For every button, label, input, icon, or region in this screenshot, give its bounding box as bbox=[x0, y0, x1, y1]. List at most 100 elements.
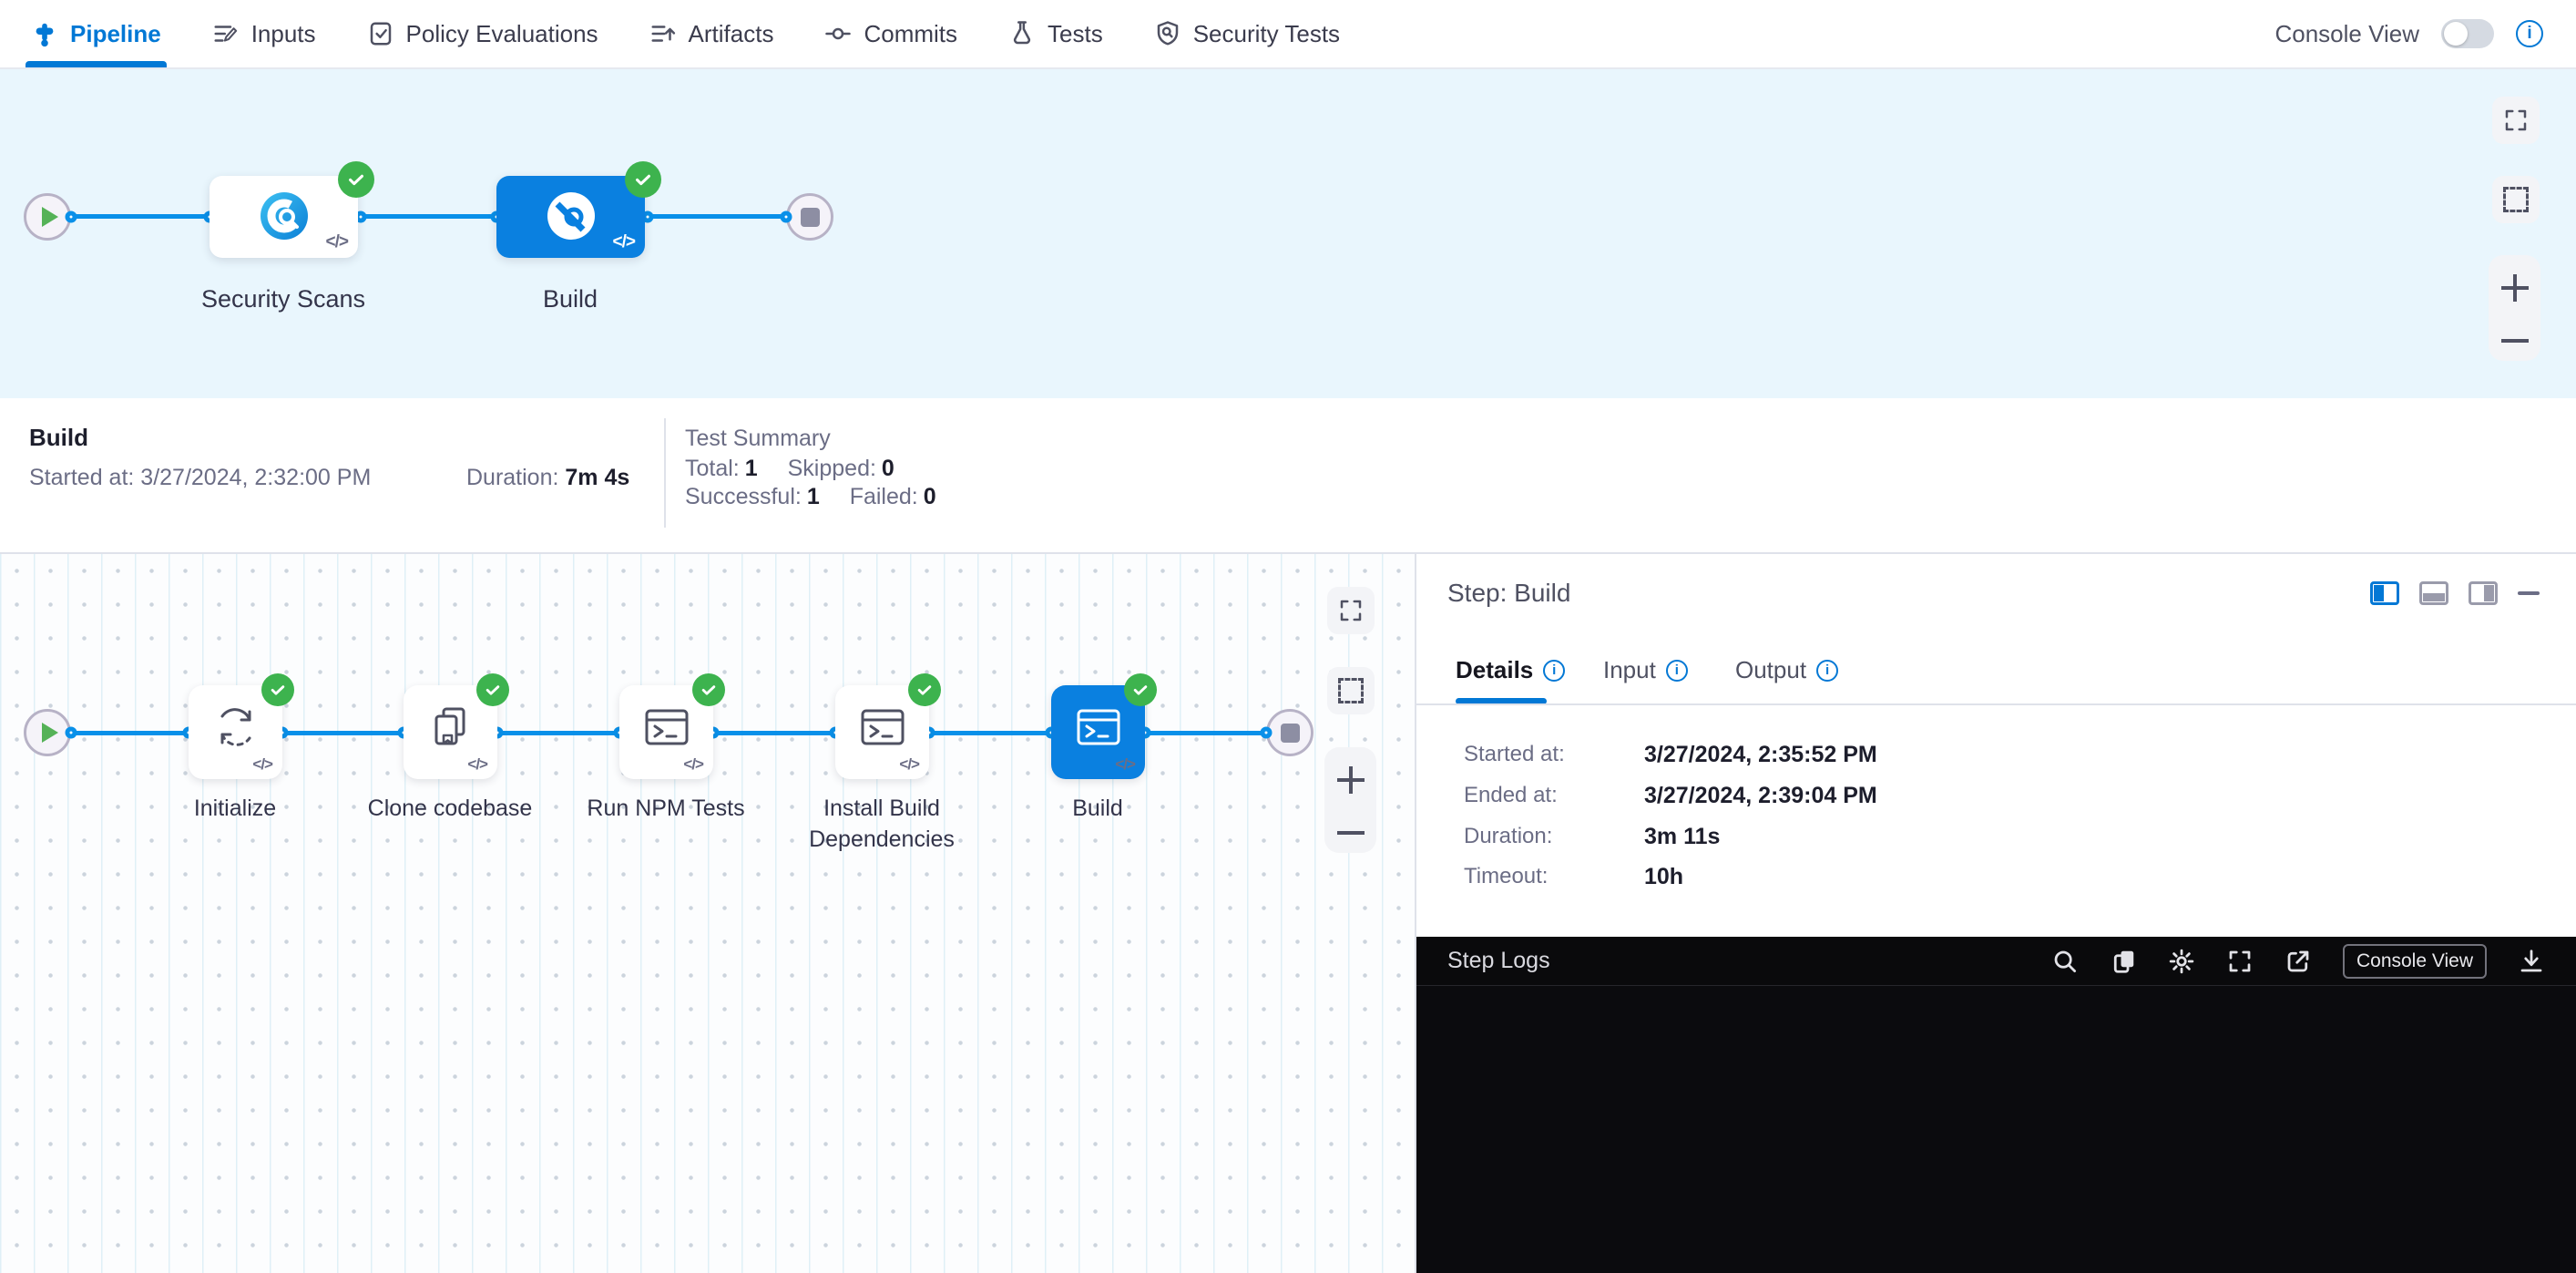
step-canvas-marquee-button[interactable] bbox=[1327, 667, 1375, 714]
settings-gear-icon[interactable] bbox=[2168, 948, 2195, 975]
tab-artifacts[interactable]: Artifacts bbox=[649, 0, 774, 67]
step-card-run-npm-tests[interactable]: </> bbox=[619, 685, 713, 779]
zoom-out-button[interactable] bbox=[1337, 831, 1365, 835]
yaml-code-icon: </> bbox=[467, 755, 487, 774]
fullscreen-icon[interactable] bbox=[2226, 948, 2254, 975]
initialize-refresh-icon bbox=[210, 702, 261, 753]
artifacts-icon bbox=[649, 20, 677, 47]
tab-label: Input bbox=[1603, 656, 1656, 684]
info-icon[interactable]: i bbox=[2516, 20, 2543, 47]
log-line: 18331 info 3/27/2024, 2:38:59 PM [18:38:… bbox=[1416, 1178, 2576, 1212]
stage-label: Security Scans bbox=[201, 285, 365, 313]
zoom-in-button[interactable] bbox=[2501, 274, 2529, 302]
copy-icon[interactable] bbox=[2110, 948, 2137, 975]
success-badge-icon bbox=[625, 161, 661, 198]
yaml-code-icon: </> bbox=[683, 755, 703, 774]
detail-value: 3m 11s bbox=[1644, 824, 1720, 850]
layout-split-view-icon[interactable] bbox=[2370, 581, 2399, 605]
success-badge-icon bbox=[338, 161, 374, 198]
console-view-toggle[interactable] bbox=[2441, 19, 2494, 48]
detail-value: 3/27/2024, 2:35:52 PM bbox=[1644, 742, 1877, 768]
log-line: 18326 info 3/27/2024, 2:38:59 PM [18:38:… bbox=[1416, 1010, 2576, 1043]
stop-icon bbox=[1281, 724, 1300, 743]
details-info-icon[interactable]: i bbox=[1543, 660, 1565, 682]
tab-output[interactable]: Output i bbox=[1735, 656, 1838, 684]
tab-label: Details bbox=[1456, 656, 1533, 684]
open-in-new-icon[interactable] bbox=[2285, 948, 2312, 975]
step-canvas-fullscreen-button[interactable] bbox=[1327, 587, 1375, 634]
pipeline-start-node bbox=[24, 193, 71, 241]
success-badge-icon bbox=[261, 673, 294, 706]
tab-input[interactable]: Input i bbox=[1603, 656, 1688, 684]
pipeline-icon bbox=[31, 20, 58, 47]
step-card-install-build-dependencies[interactable]: </> bbox=[835, 685, 929, 779]
shield-search-icon bbox=[1154, 20, 1181, 47]
log-line: 18327 info 3/27/2024, 2:38:59 PM [18:38:… bbox=[1416, 1043, 2576, 1077]
started-at: Started at: 3/27/2024, 2:32:00 PM bbox=[29, 465, 371, 491]
stage-graph-canvas[interactable]: </> Security Scans </> Build bbox=[0, 69, 2576, 398]
step-card-initialize[interactable]: </> bbox=[189, 685, 282, 779]
marquee-icon bbox=[2503, 187, 2529, 212]
tab-label: Tests bbox=[1048, 20, 1103, 48]
log-line: 18332 info 3/27/2024, 2:38:59 PM [18:38:… bbox=[1416, 1212, 2576, 1246]
step-graph-canvas[interactable]: </> Initialize </> Clone codebase </> Ru… bbox=[0, 554, 1415, 1273]
terminal-icon bbox=[857, 702, 908, 753]
step-panel-title: Step: Build bbox=[1447, 579, 1570, 608]
duration: Duration: 7m 4s bbox=[466, 465, 629, 491]
tab-label: Pipeline bbox=[70, 20, 161, 48]
layout-right-view-icon[interactable] bbox=[2469, 581, 2498, 605]
inputs-icon bbox=[212, 20, 240, 47]
stop-icon bbox=[801, 208, 820, 227]
connector-dot bbox=[66, 211, 77, 223]
success-badge-icon bbox=[692, 673, 725, 706]
stage-canvas-marquee-button[interactable] bbox=[2492, 176, 2540, 223]
step-card-build[interactable]: </> bbox=[1051, 685, 1145, 779]
tab-label: Artifacts bbox=[689, 20, 774, 48]
zoom-in-button[interactable] bbox=[1337, 766, 1365, 794]
step-details-panel: Step: Build Details i Input i Output i S… bbox=[1415, 554, 2576, 1273]
tab-inputs[interactable]: Inputs bbox=[212, 0, 316, 67]
detail-row-timeout: Timeout: 10h bbox=[1464, 864, 1683, 890]
clone-codebase-icon bbox=[425, 702, 476, 753]
yaml-code-icon: </> bbox=[252, 755, 272, 774]
input-info-icon[interactable]: i bbox=[1666, 660, 1688, 682]
terminal-icon bbox=[1073, 702, 1124, 753]
step-card-clone-codebase[interactable]: </> bbox=[404, 685, 497, 779]
divider bbox=[664, 418, 666, 528]
step-logs-console: Step Logs bbox=[1416, 937, 2576, 1273]
yaml-code-icon: </> bbox=[899, 755, 919, 774]
tab-pipeline[interactable]: Pipeline bbox=[31, 0, 161, 67]
tab-details[interactable]: Details i bbox=[1456, 656, 1565, 684]
search-icon[interactable] bbox=[2051, 948, 2079, 975]
policy-check-icon bbox=[367, 20, 394, 47]
download-icon[interactable] bbox=[2518, 948, 2545, 975]
tab-label: Output bbox=[1735, 656, 1806, 684]
output-info-icon[interactable]: i bbox=[1816, 660, 1838, 682]
layout-bottom-view-icon[interactable] bbox=[2419, 581, 2448, 605]
stage-card-security-scans[interactable]: </> bbox=[210, 176, 358, 258]
stage-canvas-fullscreen-button[interactable] bbox=[2492, 97, 2540, 144]
tab-label: Inputs bbox=[251, 20, 316, 48]
connector-dot bbox=[1261, 727, 1273, 739]
test-summary-row-1: Total:1 Skipped:0 bbox=[685, 456, 918, 482]
step-label: Install Build Dependencies bbox=[777, 793, 986, 855]
minimize-panel-icon[interactable] bbox=[2518, 591, 2540, 595]
detail-label: Ended at: bbox=[1464, 783, 1644, 809]
stage-summary-bar: Build Started at: 3/27/2024, 2:32:00 PM … bbox=[0, 398, 2576, 554]
step-label: Clone codebase bbox=[345, 793, 555, 824]
detail-row-ended-at: Ended at: 3/27/2024, 2:39:04 PM bbox=[1464, 783, 1877, 809]
console-view-button[interactable]: Console View bbox=[2343, 944, 2487, 979]
detail-label: Timeout: bbox=[1464, 864, 1644, 890]
tab-security-tests[interactable]: Security Tests bbox=[1154, 0, 1340, 67]
zoom-out-button[interactable] bbox=[2501, 339, 2529, 343]
tab-label: Security Tests bbox=[1193, 20, 1340, 48]
nav-tabs: Pipeline Inputs Policy Evaluations Artif… bbox=[31, 0, 1340, 67]
stage-card-build[interactable]: </> bbox=[496, 176, 645, 258]
flask-icon bbox=[1008, 20, 1036, 47]
success-badge-icon bbox=[476, 673, 509, 706]
tab-tests[interactable]: Tests bbox=[1008, 0, 1103, 67]
tab-label: Commits bbox=[864, 20, 957, 48]
tab-policy-evaluations[interactable]: Policy Evaluations bbox=[367, 0, 598, 67]
tab-commits[interactable]: Commits bbox=[824, 0, 957, 67]
yaml-code-icon: </> bbox=[1115, 755, 1135, 774]
